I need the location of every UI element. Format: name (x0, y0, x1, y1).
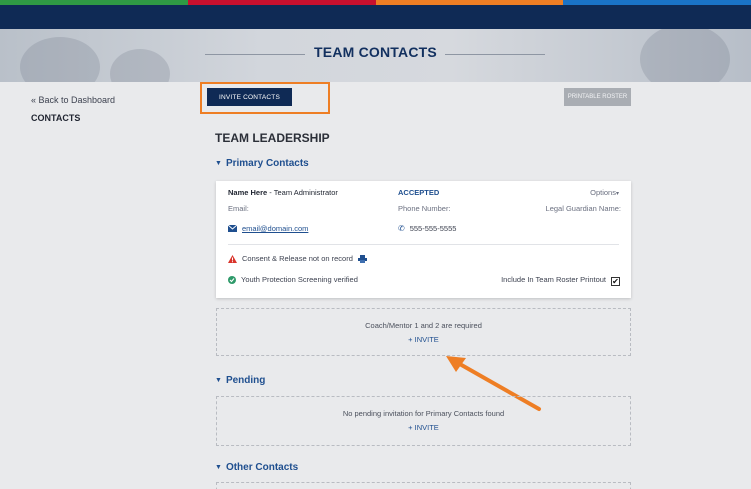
screening-text: Youth Protection Screening verified (241, 275, 358, 284)
caret-down-icon: ▼ (215, 160, 222, 167)
screening-row: Youth Protection Screening verified (228, 275, 358, 284)
pending-empty-message: No pending invitation for Primary Contac… (342, 409, 505, 418)
email-icon (228, 225, 237, 232)
page-hero: TEAM CONTACTS (0, 29, 751, 82)
top-nav-bar (0, 5, 751, 29)
chevron-down-icon: ▾ (615, 191, 619, 197)
pending-title: Pending (225, 375, 266, 386)
contact-name: Name Here - Team Administrator (228, 188, 338, 197)
required-message: Coach/Mentor 1 and 2 are required (365, 321, 482, 330)
primary-contacts-title: Primary Contacts (225, 158, 309, 169)
phone-value: 555-555-5555 (409, 224, 457, 233)
options-dropdown[interactable]: Options▾ (590, 188, 619, 197)
email-row: email@domain.com (228, 224, 308, 233)
invite-contacts-button[interactable]: INVITE CONTACTS (207, 88, 292, 106)
phone-label: Phone Number: (398, 204, 451, 213)
contact-card: Name Here - Team Administrator ACCEPTED … (216, 181, 631, 298)
page-title: TEAM CONTACTS (314, 44, 437, 60)
printable-roster-button[interactable]: PRINTABLE ROSTER (564, 88, 631, 106)
print-icon[interactable] (357, 254, 367, 263)
pending-invite-link[interactable]: + INVITE (217, 423, 630, 432)
caret-down-icon: ▼ (215, 377, 222, 384)
phone-icon: ✆ (398, 224, 405, 233)
other-contacts-title: Other Contacts (225, 462, 299, 473)
include-roster-checkbox[interactable]: ✔ (611, 277, 620, 286)
warning-icon (228, 254, 237, 263)
other-contacts-box (216, 482, 631, 489)
other-contacts-toggle[interactable]: ▼ Other Contacts (215, 462, 298, 473)
sidebar-item-contacts[interactable]: CONTACTS (31, 113, 80, 123)
consent-row: Consent & Release not on record (228, 254, 367, 263)
primary-invite-link[interactable]: + INVITE (217, 335, 630, 344)
back-to-dashboard-link[interactable]: « Back to Dashboard (31, 95, 115, 105)
coach-required-box: Coach/Mentor 1 and 2 are required + INVI… (216, 308, 631, 356)
email-label: Email: (228, 204, 249, 213)
consent-text: Consent & Release not on record (242, 254, 353, 263)
email-link[interactable]: email@domain.com (242, 224, 308, 233)
include-roster-label: Include In Team Roster Printout (501, 275, 606, 284)
phone-row: ✆ 555-555-5555 (398, 224, 456, 233)
caret-down-icon: ▼ (215, 464, 222, 471)
guardian-label: Legal Guardian Name: (545, 204, 621, 213)
primary-contacts-toggle[interactable]: ▼ Primary Contacts (215, 158, 309, 169)
contact-role: - Team Administrator (267, 188, 338, 197)
card-divider (228, 244, 619, 245)
pending-empty-box: No pending invitation for Primary Contac… (216, 396, 631, 446)
status-badge: ACCEPTED (398, 188, 440, 197)
section-title: TEAM LEADERSHIP (215, 131, 330, 145)
arrow-head (446, 356, 466, 372)
contact-name-text: Name Here (228, 188, 268, 197)
check-circle-icon (228, 275, 236, 284)
pending-toggle[interactable]: ▼ Pending (215, 375, 265, 386)
options-label: Options (590, 188, 616, 197)
